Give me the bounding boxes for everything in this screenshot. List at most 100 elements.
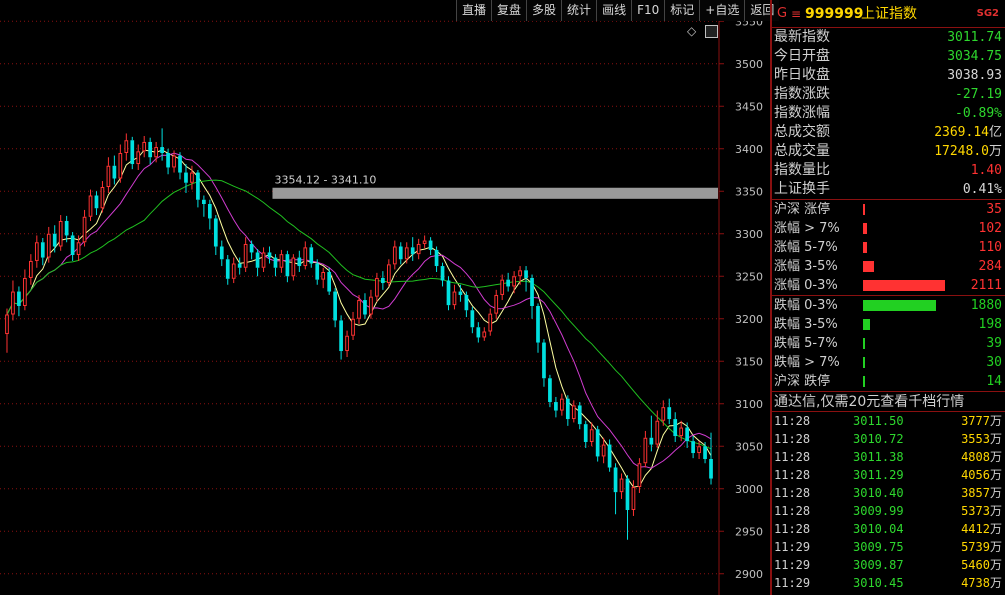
toolbar-stats-button[interactable]: 统计 [561,0,597,21]
candle[interactable] [231,257,236,284]
candle[interactable] [219,240,224,267]
breadth-row[interactable]: 跌幅 0-3% 1880 [772,296,1005,315]
candle[interactable] [416,238,421,260]
candle[interactable] [667,398,672,425]
breadth-row[interactable]: 跌幅 5-7% 39 [772,334,1005,353]
candle[interactable] [565,395,570,426]
candle[interactable] [297,250,302,272]
candle[interactable] [375,272,379,302]
candle[interactable] [381,271,385,290]
candle[interactable] [506,272,511,292]
candle[interactable] [124,133,129,161]
candle[interactable] [285,250,290,283]
candle[interactable] [512,271,516,294]
candle[interactable] [130,136,135,170]
tick-list[interactable]: 11:28 3011.50 3777万 11:28 3010.72 3553万 11:28 3… [772,412,1005,592]
menu-icon[interactable]: ≡ [791,0,801,28]
candle[interactable] [118,144,123,183]
candle[interactable] [249,240,254,260]
candle[interactable] [500,274,505,301]
breadth-row[interactable]: 涨幅 5-7% 110 [772,238,1005,257]
candle[interactable] [709,432,713,485]
candle[interactable] [207,199,212,230]
toolbar-review-button[interactable]: 复盘 [491,0,527,21]
candle[interactable] [369,289,373,319]
candle[interactable] [345,330,349,357]
candle[interactable] [691,436,695,459]
kline-chart-area[interactable]: 3354.12 - 3341.103259.66 - 3254.18 35503… [0,0,770,595]
candle[interactable] [267,246,272,264]
promo-banner[interactable]: 通达信,仅需20元查看千档行情 [772,391,1005,412]
candle[interactable] [196,170,200,208]
candle[interactable] [685,422,690,448]
candle[interactable] [398,242,403,265]
candle[interactable] [363,293,367,319]
candle[interactable] [422,235,427,249]
candle[interactable] [28,254,33,285]
candle[interactable] [494,289,499,319]
candle[interactable] [52,225,57,253]
breadth-row[interactable]: 涨幅 0-3% 2111 [772,276,1005,295]
breadth-row[interactable]: 涨幅 3-5% 284 [772,257,1005,276]
chart-diamond-icon[interactable]: ◇ [687,24,696,38]
toolbar-multistock-button[interactable]: 多股 [526,0,562,21]
candle[interactable] [560,393,564,416]
toolbar-mark-button[interactable]: 标记 [664,0,700,21]
candle[interactable] [136,144,141,171]
candle[interactable] [303,241,308,270]
candle[interactable] [554,396,558,418]
candle[interactable] [583,420,588,448]
breadth-row[interactable]: 沪深 涨停 35 [772,200,1005,219]
candle[interactable] [351,311,355,340]
candle[interactable] [410,237,415,261]
toolbar-live-button[interactable]: 直播 [456,0,492,21]
candle[interactable] [607,439,612,472]
candle[interactable] [619,473,624,499]
candle[interactable] [595,425,600,462]
candle[interactable] [488,308,493,336]
candle[interactable] [530,274,534,319]
chart-settings-icon[interactable] [705,25,718,38]
candle[interactable] [643,430,648,468]
candle[interactable] [440,262,445,287]
candle[interactable] [470,306,475,334]
candle[interactable] [40,238,45,266]
candle[interactable] [148,137,153,165]
candle[interactable] [261,247,266,272]
candle[interactable] [106,157,111,193]
candle[interactable] [202,195,206,217]
breadth-row[interactable]: 沪深 跌停 14 [772,372,1005,391]
candle[interactable] [339,315,343,360]
candle[interactable] [542,339,546,387]
candle[interactable] [548,374,552,408]
candle[interactable] [279,249,284,273]
candle[interactable] [112,155,117,185]
support-band[interactable] [272,187,718,199]
candle[interactable] [178,152,182,180]
candle[interactable] [70,232,75,261]
candle[interactable] [434,246,439,273]
candle[interactable] [673,412,678,442]
candle[interactable] [482,327,487,341]
candle[interactable] [82,209,87,247]
candle[interactable] [637,458,642,493]
candle[interactable] [703,442,707,464]
candle[interactable] [577,402,582,430]
candle[interactable] [5,308,9,353]
toolbar-draw-button[interactable]: 画线 [596,0,632,21]
candle[interactable] [100,181,105,213]
candle[interactable] [321,267,326,289]
candle[interactable] [476,322,481,343]
candle[interactable] [94,191,99,216]
candle[interactable] [536,303,540,353]
candle[interactable] [327,267,332,295]
candle[interactable] [255,249,260,277]
candle[interactable] [142,136,147,158]
candle[interactable] [273,254,278,277]
candle[interactable] [23,269,27,311]
candle[interactable] [213,215,218,255]
breadth-row[interactable]: 跌幅 3-5% 198 [772,315,1005,334]
candle[interactable] [392,240,397,270]
candle[interactable] [404,242,409,264]
candle[interactable] [225,255,230,285]
